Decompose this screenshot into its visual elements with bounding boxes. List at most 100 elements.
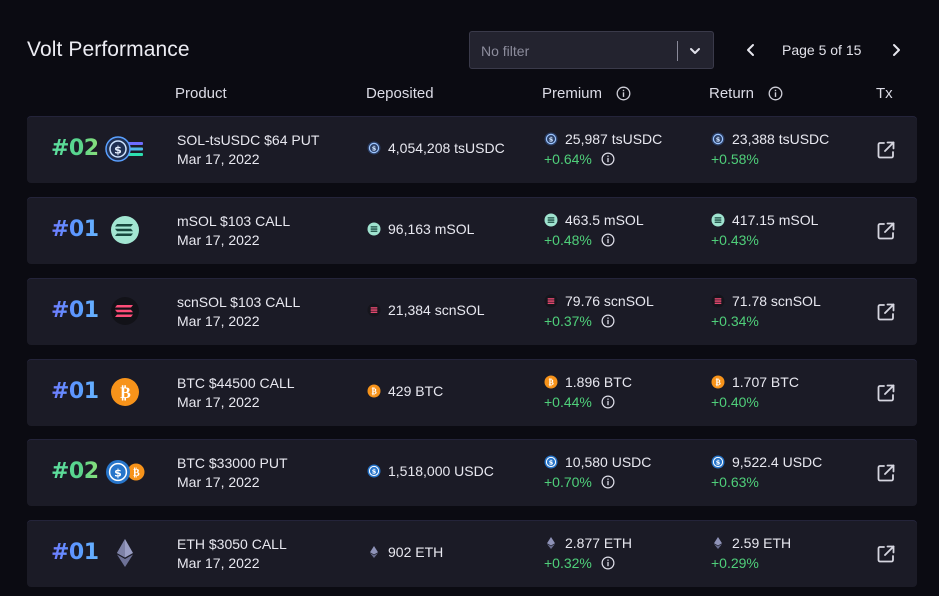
- return-value: 9,522.4 USDC: [732, 454, 823, 470]
- chevron-down-icon[interactable]: [685, 41, 705, 61]
- chevron-left-icon: [747, 44, 754, 56]
- column-header-premium-label: Premium: [542, 85, 603, 102]
- premium-percent-value: +0.44%: [544, 394, 592, 410]
- scnsol-icon: [367, 303, 381, 317]
- external-link-icon[interactable]: [875, 543, 897, 565]
- premium-cell: 463.5 mSOL: [544, 212, 644, 228]
- column-header-product-label: Product: [175, 85, 227, 102]
- product-name: BTC $33000 PUT: [177, 455, 288, 471]
- product-name: SOL-tsUSDC $64 PUT: [177, 132, 320, 148]
- volt-rank: #01: [51, 298, 99, 323]
- deposited-cell: 902 ETH: [367, 544, 443, 560]
- info-icon[interactable]: [601, 395, 615, 409]
- usdc-btc-icon: ₿ $: [105, 456, 145, 488]
- table-row: #01 ₿ BTC $44500 CALL Mar 17, 2022 ₿ 429 BTC ₿…: [27, 359, 917, 426]
- premium-percent: +0.70%: [544, 474, 615, 490]
- deposited-value: 1,518,000 USDC: [388, 463, 494, 479]
- scnsol-icon: [105, 295, 145, 327]
- product-date: Mar 17, 2022: [177, 394, 260, 410]
- filter-placeholder: No filter: [481, 43, 530, 59]
- return-cell: $23,388 tsUSDC: [711, 131, 829, 147]
- column-header-premium: Premium: [542, 85, 631, 102]
- table-row: #01 mSOL $103 CALL Mar 17, 2022 96,163 mSOL…: [27, 197, 917, 264]
- table-row: #01 scnSOL $103 CALL Mar 17, 2022 21,384 sc…: [27, 278, 917, 345]
- table-row: #02 $ SOL-tsUSDC $64 PUT Mar 17, 2022 $4,054…: [27, 116, 917, 183]
- column-header-product: Product: [175, 85, 227, 102]
- premium-value: 2.877 ETH: [565, 535, 632, 551]
- premium-percent-value: +0.32%: [544, 555, 592, 571]
- external-link-icon[interactable]: [875, 462, 897, 484]
- return-percent: +0.43%: [711, 232, 759, 248]
- table-row: #01 ETH $3050 CALL Mar 17, 2022 902 ETH 2.87…: [27, 520, 917, 587]
- deposited-cell: $1,518,000 USDC: [367, 463, 494, 479]
- volt-rank: #01: [51, 379, 99, 404]
- premium-percent: +0.44%: [544, 394, 615, 410]
- info-icon[interactable]: [601, 233, 615, 247]
- previous-page-button[interactable]: [742, 40, 760, 60]
- scnsol-icon: [544, 294, 558, 308]
- filter-select[interactable]: No filter: [469, 31, 714, 69]
- deposited-value: 96,163 mSOL: [388, 221, 475, 237]
- volt-rank: #01: [51, 217, 99, 242]
- product-name: BTC $44500 CALL: [177, 375, 295, 391]
- product-date: Mar 17, 2022: [177, 313, 260, 329]
- info-icon[interactable]: [601, 556, 615, 570]
- premium-percent-value: +0.37%: [544, 313, 592, 329]
- tsusdc-icon: $: [367, 141, 381, 155]
- eth-icon: [544, 536, 558, 550]
- volt-rank: #02: [51, 136, 99, 161]
- info-icon[interactable]: [768, 86, 783, 101]
- column-header-deposited: Deposited: [366, 85, 434, 102]
- return-cell: $9,522.4 USDC: [711, 454, 822, 470]
- premium-value: 1.896 BTC: [565, 374, 632, 390]
- svg-text:$: $: [549, 459, 554, 467]
- btc-icon: ₿: [711, 375, 725, 389]
- volt-rank: #02: [51, 459, 99, 484]
- premium-percent-value: +0.48%: [544, 232, 592, 248]
- return-value: 417.15 mSOL: [732, 212, 819, 228]
- usdc-icon: $: [544, 455, 558, 469]
- product-name: mSOL $103 CALL: [177, 213, 291, 229]
- external-link-icon[interactable]: [875, 301, 897, 323]
- deposited-cell: 96,163 mSOL: [367, 221, 474, 237]
- btc-icon: ₿: [544, 375, 558, 389]
- svg-text:₿: ₿: [372, 386, 378, 396]
- msol-icon: [105, 214, 145, 246]
- return-value: 71.78 scnSOL: [732, 293, 821, 309]
- external-link-icon[interactable]: [875, 220, 897, 242]
- return-value: 2.59 ETH: [732, 535, 792, 551]
- volt-rank: #01: [51, 540, 99, 565]
- eth-icon: [367, 545, 381, 559]
- premium-percent-value: +0.70%: [544, 474, 592, 490]
- premium-value: 463.5 mSOL: [565, 212, 644, 228]
- info-icon[interactable]: [601, 314, 615, 328]
- return-percent: +0.29%: [711, 555, 759, 571]
- chevron-right-icon: [893, 44, 900, 56]
- svg-text:₿: ₿: [120, 383, 131, 402]
- eth-icon: [105, 537, 145, 569]
- premium-value: 79.76 scnSOL: [565, 293, 654, 309]
- info-icon[interactable]: [601, 152, 615, 166]
- product-date: Mar 17, 2022: [177, 232, 260, 248]
- next-page-button[interactable]: [887, 40, 905, 60]
- info-icon[interactable]: [601, 475, 615, 489]
- external-link-icon[interactable]: [875, 139, 897, 161]
- pagination-label: Page 5 of 15: [782, 42, 862, 58]
- product-name: scnSOL $103 CALL: [177, 294, 301, 310]
- deposited-cell: ₿ 429 BTC: [367, 383, 443, 399]
- premium-percent-value: +0.64%: [544, 151, 592, 167]
- deposited-value: 21,384 scnSOL: [388, 302, 485, 318]
- return-value: 1.707 BTC: [732, 374, 799, 390]
- svg-text:$: $: [716, 136, 721, 144]
- svg-text:$: $: [372, 145, 377, 153]
- deposited-value: 902 ETH: [388, 544, 444, 560]
- external-link-icon[interactable]: [875, 382, 897, 404]
- deposited-value: 4,054,208 tsUSDC: [388, 140, 505, 156]
- premium-value: 25,987 tsUSDC: [565, 131, 663, 147]
- return-value: 23,388 tsUSDC: [732, 131, 830, 147]
- info-icon[interactable]: [616, 86, 631, 101]
- deposited-value: 429 BTC: [388, 383, 444, 399]
- premium-percent: +0.32%: [544, 555, 615, 571]
- btc-icon: ₿: [105, 376, 145, 408]
- svg-text:$: $: [114, 144, 122, 157]
